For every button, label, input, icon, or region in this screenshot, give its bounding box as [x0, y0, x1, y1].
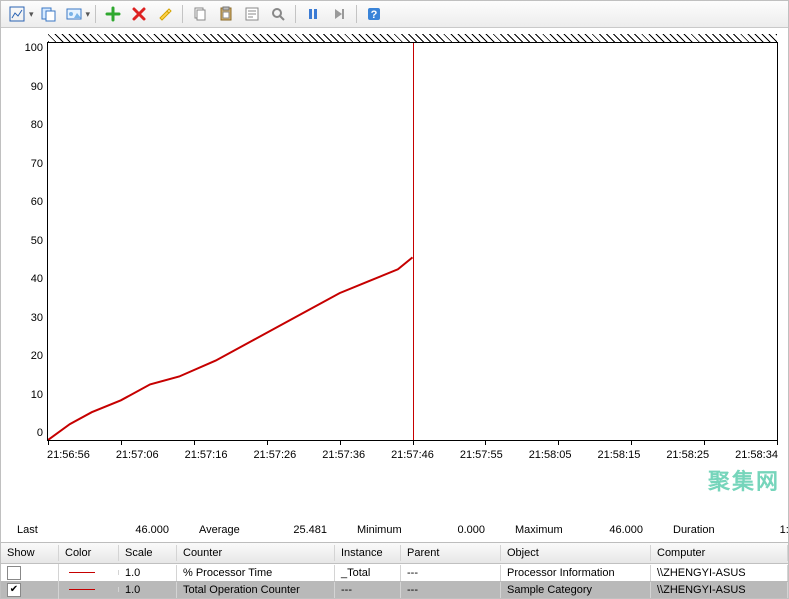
svg-text:?: ? — [371, 9, 378, 21]
time-cursor[interactable] — [413, 43, 414, 440]
help-icon[interactable]: ? — [362, 2, 386, 26]
zoom-icon[interactable] — [266, 2, 290, 26]
copy-icon[interactable] — [188, 2, 212, 26]
x-tick: 21:57:26 — [253, 449, 296, 461]
x-tick: 21:58:34 — [735, 449, 778, 461]
cell-counter: % Processor Time — [177, 565, 335, 581]
cell-instance: _Total — [335, 565, 401, 581]
step-icon[interactable] — [327, 2, 351, 26]
cell-scale: 1.0 — [119, 582, 177, 598]
properties-icon[interactable] — [240, 2, 264, 26]
cell-counter: Total Operation Counter — [177, 582, 335, 598]
maximum-label: Maximum — [513, 524, 571, 536]
y-tick: 90 — [31, 81, 43, 93]
cell-object: Processor Information — [501, 565, 651, 581]
add-icon[interactable] — [101, 2, 125, 26]
pause-icon[interactable] — [301, 2, 325, 26]
col-scale[interactable]: Scale — [119, 545, 177, 561]
perfmon-window: ▾ ▾ ? 100 90 80 70 60 50 40 30 20 10 — [0, 0, 789, 599]
x-ticks — [48, 440, 777, 445]
separator — [182, 5, 183, 23]
table-row[interactable]: 1.0% Processor Time_Total---Processor In… — [1, 564, 788, 581]
y-tick: 10 — [31, 389, 43, 401]
minimum-value: 0.000 — [413, 524, 513, 536]
toolbar: ▾ ▾ ? — [1, 1, 788, 28]
col-computer[interactable]: Computer — [651, 545, 788, 561]
separator — [356, 5, 357, 23]
plot-region[interactable] — [47, 42, 778, 441]
x-tick: 21:56:56 — [47, 449, 90, 461]
dropdown-arrow-icon[interactable]: ▾ — [29, 9, 34, 20]
y-tick: 20 — [31, 350, 43, 362]
show-checkbox[interactable]: ✔ — [7, 583, 21, 597]
delete-icon[interactable] — [127, 2, 151, 26]
y-tick: 50 — [31, 235, 43, 247]
y-tick: 0 — [37, 427, 43, 439]
y-tick: 60 — [31, 196, 43, 208]
x-tick: 21:58:05 — [529, 449, 572, 461]
y-tick: 40 — [31, 273, 43, 285]
highlight-icon[interactable] — [153, 2, 177, 26]
y-tick: 70 — [31, 158, 43, 170]
x-tick: 21:57:06 — [116, 449, 159, 461]
chart-area: 100 90 80 70 60 50 40 30 20 10 0 21:56:5… — [1, 28, 788, 520]
cell-computer: \\ZHENGYI-ASUS — [651, 565, 788, 581]
stats-row: Last 46.000 Average 25.481 Minimum 0.000… — [1, 520, 788, 542]
col-object[interactable]: Object — [501, 545, 651, 561]
y-tick: 30 — [31, 312, 43, 324]
cell-scale: 1.0 — [119, 565, 177, 581]
x-axis: 21:56:56 21:57:06 21:57:16 21:57:26 21:5… — [47, 449, 778, 461]
duration-label: Duration — [671, 524, 729, 536]
last-value: 46.000 — [73, 524, 197, 536]
counters-table: Show Color Scale Counter Instance Parent… — [1, 542, 788, 598]
duration-value: 1:40 — [729, 524, 789, 536]
col-color[interactable]: Color — [59, 545, 119, 561]
average-label: Average — [197, 524, 255, 536]
last-label: Last — [15, 524, 73, 536]
color-swatch — [69, 589, 95, 590]
table-header: Show Color Scale Counter Instance Parent… — [1, 543, 788, 564]
paste-icon[interactable] — [214, 2, 238, 26]
separator — [95, 5, 96, 23]
table-row[interactable]: ✔1.0Total Operation Counter------Sample … — [1, 581, 788, 598]
y-tick: 100 — [25, 42, 43, 54]
cell-parent: --- — [401, 565, 501, 581]
minimum-label: Minimum — [355, 524, 413, 536]
x-tick: 21:57:16 — [185, 449, 228, 461]
x-tick: 21:58:15 — [598, 449, 641, 461]
cell-computer: \\ZHENGYI-ASUS — [651, 582, 788, 598]
average-value: 25.481 — [255, 524, 355, 536]
col-parent[interactable]: Parent — [401, 545, 501, 561]
maximum-value: 46.000 — [571, 524, 671, 536]
gallery-icon[interactable] — [62, 2, 86, 26]
color-swatch — [69, 572, 95, 573]
cell-parent: --- — [401, 582, 501, 598]
new-chart-icon[interactable] — [36, 2, 60, 26]
x-tick: 21:57:55 — [460, 449, 503, 461]
y-axis: 100 90 80 70 60 50 40 30 20 10 0 — [11, 42, 47, 439]
dropdown-arrow-icon[interactable]: ▾ — [86, 9, 91, 20]
hatch-bar — [48, 34, 777, 42]
separator — [295, 5, 296, 23]
y-tick: 80 — [31, 119, 43, 131]
view-icon[interactable] — [5, 2, 29, 26]
col-counter[interactable]: Counter — [177, 545, 335, 561]
x-tick: 21:58:25 — [666, 449, 709, 461]
col-instance[interactable]: Instance — [335, 545, 401, 561]
cell-object: Sample Category — [501, 582, 651, 598]
x-tick: 21:57:36 — [322, 449, 365, 461]
col-show[interactable]: Show — [1, 545, 59, 561]
x-tick: 21:57:46 — [391, 449, 434, 461]
cell-instance: --- — [335, 582, 401, 598]
show-checkbox[interactable] — [7, 566, 21, 580]
